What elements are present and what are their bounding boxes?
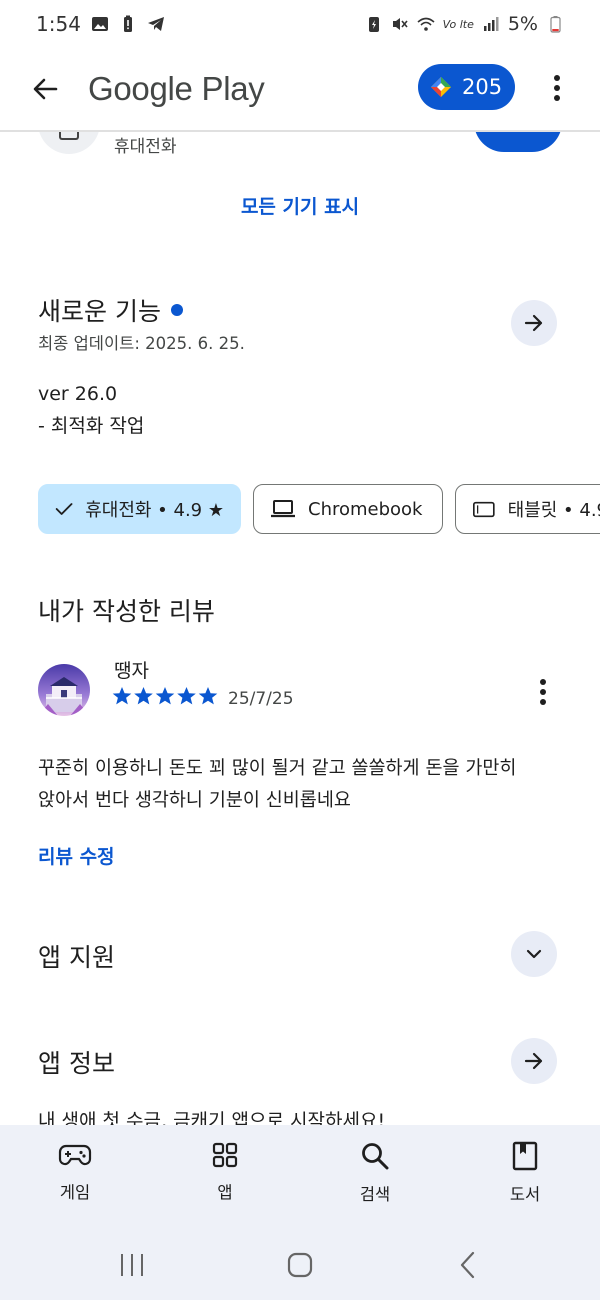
status-bar: 1:54 Vo lte 5% (0, 0, 600, 48)
install-button-partial[interactable] (474, 132, 562, 152)
signal-icon (483, 17, 499, 31)
recents-button[interactable] (112, 1249, 152, 1281)
more-vert-icon (540, 679, 546, 705)
nav-item-games[interactable]: 게임 (25, 1141, 125, 1203)
chevron-down-icon (526, 949, 542, 959)
laptop-icon (271, 500, 295, 518)
arrow-back-icon (33, 78, 58, 100)
device-label: 휴대전화 (114, 137, 177, 154)
gallery-icon (91, 17, 108, 31)
app-info-arrow-button[interactable] (511, 1038, 557, 1084)
device-filter-chips: 휴대전화 • 4.9 ★ Chromebook 태블릿 • 4.9 (38, 484, 600, 534)
home-icon (287, 1252, 313, 1278)
nav-item-apps[interactable]: 앱 (175, 1141, 275, 1203)
telegram-icon (147, 17, 164, 31)
avatar (38, 664, 90, 716)
battery-percent: 5% (507, 13, 538, 35)
check-icon (55, 503, 73, 515)
search-icon (362, 1143, 389, 1170)
review-text-line-1: 꾸준히 이용하니 돈도 꾀 많이 될거 같고 쏠쏠하게 돈을 가만히 (38, 758, 517, 779)
star-rating-icon (112, 687, 218, 705)
back-button[interactable] (20, 64, 70, 114)
review-date: 25/7/25 (228, 689, 294, 709)
nav-item-search[interactable]: 검색 (325, 1141, 425, 1205)
chip-phone-label: 휴대전화 • 4.9 ★ (85, 500, 224, 521)
app-info-title: 앱 정보 (38, 1049, 115, 1078)
system-back-button[interactable] (448, 1249, 488, 1281)
chip-tablet[interactable]: 태블릿 • 4.9 (455, 484, 600, 534)
more-vert-icon (554, 75, 560, 101)
app-support-expand-button[interactable] (511, 931, 557, 977)
volte-icon: Vo lte (442, 17, 474, 31)
review-text-line-2: 앉아서 번다 생각하니 기분이 신비롭네요 (38, 790, 351, 811)
last-updated-text: 최종 업데이트: 2025. 6. 25. (38, 334, 245, 353)
show-all-devices-link[interactable]: 모든 기기 표시 (0, 192, 600, 219)
tablet-icon (472, 501, 495, 518)
whats-new-arrow-button[interactable] (511, 300, 557, 346)
app-support-title: 앱 지원 (38, 943, 115, 972)
recents-icon (121, 1254, 143, 1276)
battery-saver-icon (368, 17, 379, 32)
nav-item-books[interactable]: 도서 (475, 1141, 575, 1205)
wifi-icon (417, 17, 435, 31)
system-navigation-bar (0, 1235, 600, 1295)
device-row-partial: 휴대전화 (0, 132, 600, 154)
play-points-count: 205 (462, 75, 503, 99)
chip-chromebook[interactable]: Chromebook (253, 484, 443, 534)
arrow-forward-icon (524, 1052, 543, 1070)
rating-stars (112, 686, 218, 706)
status-time: 1:54 (36, 12, 81, 36)
apps-grid-icon (212, 1142, 238, 1168)
nav-label-books: 도서 (509, 1185, 541, 1204)
gamepad-icon (58, 1144, 92, 1166)
edit-review-link[interactable]: 리뷰 수정 (38, 842, 115, 869)
play-points-icon (431, 77, 451, 97)
version-text: ver 26.0 (38, 383, 118, 405)
arrow-forward-icon (524, 314, 543, 332)
release-notes-text: - 최적화 작업 (38, 415, 145, 437)
app-description-partial: 내 생애 첫 수금, 금캐기 앱으로 시작하세요! (38, 1102, 385, 1126)
review-options-button[interactable] (528, 674, 558, 710)
bottom-navigation: 게임 앱 검색 도서 (0, 1125, 600, 1300)
whats-new-title: 새로운 기능 (38, 292, 183, 328)
book-icon (512, 1141, 538, 1171)
mute-icon (392, 18, 408, 30)
new-indicator-dot (170, 304, 183, 316)
chip-phone[interactable]: 휴대전화 • 4.9 ★ (38, 484, 241, 534)
chip-tablet-label: 태블릿 • 4.9 (507, 500, 600, 521)
reviewer-name: 땡자 (114, 660, 149, 682)
play-points-badge[interactable]: 205 (418, 64, 515, 110)
alert-battery-icon (123, 15, 132, 32)
home-button[interactable] (280, 1249, 320, 1281)
more-options-button[interactable] (540, 68, 574, 108)
whats-new-title-text: 새로운 기능 (38, 297, 161, 326)
page-title: Google Play (88, 70, 265, 107)
nav-label-search: 검색 (359, 1185, 391, 1204)
nav-label-apps: 앱 (217, 1183, 233, 1202)
chevron-left-icon (460, 1251, 475, 1279)
nav-label-games: 게임 (59, 1183, 91, 1202)
chip-chromebook-label: Chromebook (308, 498, 423, 520)
app-description-text: 내 생애 첫 수금, 금캐기 앱으로 시작하세요! (38, 1110, 386, 1126)
phone-device-icon (38, 132, 100, 154)
app-bar: Google Play 205 (0, 48, 600, 130)
my-review-title: 내가 작성한 리뷰 (38, 597, 215, 626)
battery-icon (550, 16, 561, 33)
